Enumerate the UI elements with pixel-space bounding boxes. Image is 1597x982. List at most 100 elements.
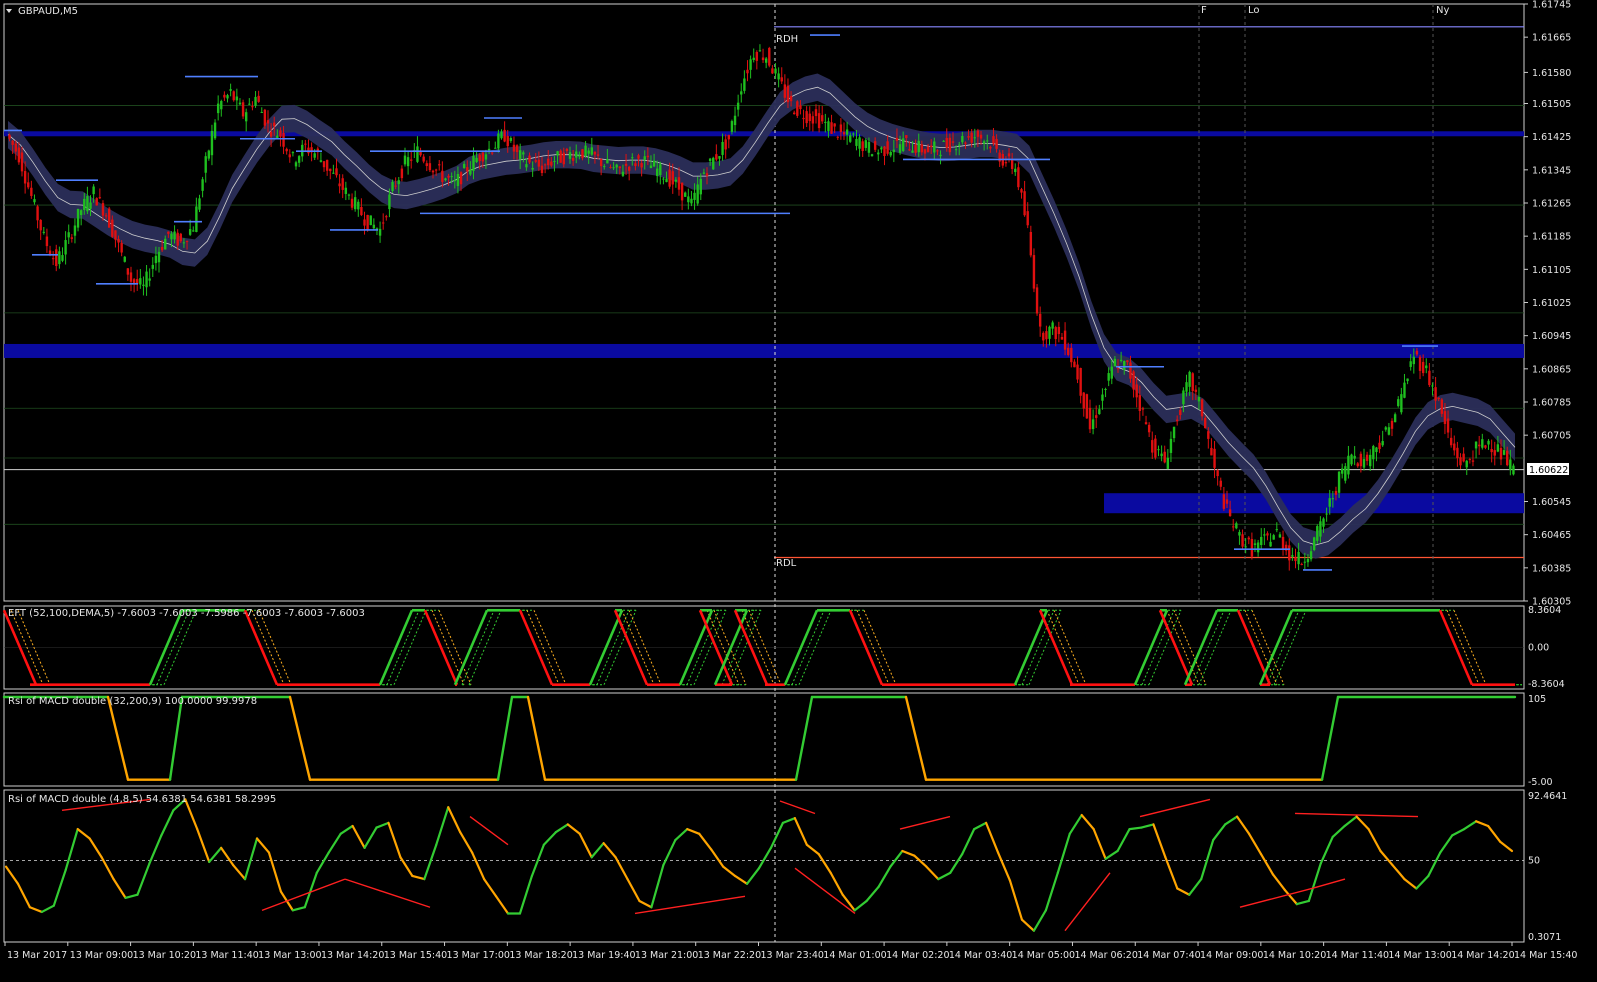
candle-body xyxy=(1344,466,1347,481)
price-tick-label: 1.61665 xyxy=(1532,33,1571,44)
candle-body xyxy=(388,194,391,210)
candle-body xyxy=(715,154,718,160)
candle-body xyxy=(786,85,790,103)
candle-body xyxy=(1512,465,1515,475)
candle-body xyxy=(593,151,597,155)
rsi-fast-line xyxy=(435,806,450,846)
candle-body xyxy=(400,168,404,179)
rsi-slow-tick-label: 105 xyxy=(1528,694,1546,705)
candle-body xyxy=(877,152,880,155)
rsi-fast-line xyxy=(1391,863,1406,881)
candle-body xyxy=(1322,518,1325,527)
candle-body xyxy=(1029,231,1033,256)
candle-body xyxy=(1135,384,1138,398)
candle-body xyxy=(982,141,986,144)
rsi-fast-line xyxy=(722,865,737,878)
candle-body xyxy=(14,143,17,152)
price-tick-label: 1.60945 xyxy=(1532,331,1571,342)
candle-body xyxy=(1179,410,1182,415)
rsi-fast-line xyxy=(148,834,163,865)
divergence-line xyxy=(794,867,856,915)
candle-body xyxy=(515,145,519,153)
candle-body xyxy=(378,228,382,236)
candle-body xyxy=(758,50,762,52)
candle-body xyxy=(285,148,288,152)
price-tick-label: 1.61025 xyxy=(1532,298,1571,309)
candle-body xyxy=(612,167,615,169)
candle-body xyxy=(86,196,89,212)
rsi-fast-line xyxy=(387,821,402,859)
rsi-fast-line xyxy=(1283,888,1298,906)
candle-body xyxy=(646,155,650,158)
candle-body xyxy=(104,215,108,217)
candle-body xyxy=(95,198,98,206)
candle-body xyxy=(179,233,183,242)
candle-body xyxy=(1390,420,1394,429)
candle-body xyxy=(167,231,170,234)
rsi-fast-line xyxy=(698,832,713,851)
rsi-fast-line xyxy=(889,849,904,868)
rsi-fast-line xyxy=(76,828,91,840)
divergence-line xyxy=(779,800,816,815)
time-tick-label: 14 Mar 13:00 xyxy=(1388,950,1451,961)
candle-body xyxy=(89,202,92,209)
time-tick-label: 13 Mar 13:00 xyxy=(258,950,321,961)
candle-body xyxy=(1123,360,1126,370)
candle-body xyxy=(1387,427,1391,435)
candle-body xyxy=(655,168,659,176)
window-menu-arrow-icon[interactable] xyxy=(6,9,12,13)
rsi-fast-line xyxy=(1498,840,1514,853)
candle-body xyxy=(39,219,42,231)
candle-body xyxy=(783,84,787,98)
candle-body xyxy=(313,153,316,158)
rsi-fast-line xyxy=(1152,823,1167,859)
rsi-fast-line xyxy=(1200,838,1215,881)
candle-body xyxy=(263,109,267,126)
candle-body xyxy=(948,137,952,153)
candle-body xyxy=(1172,426,1176,439)
candle-body xyxy=(466,167,469,172)
candle-body xyxy=(1393,414,1397,423)
candle-body xyxy=(332,172,335,174)
candle-body xyxy=(733,115,737,126)
candle-body xyxy=(1359,453,1363,467)
candle-body xyxy=(705,173,709,176)
divergence-line xyxy=(1239,887,1313,908)
rsi-fast-line xyxy=(423,843,438,881)
rsi-fast-line xyxy=(1008,879,1024,921)
candle-body xyxy=(235,96,239,101)
candle-body xyxy=(1225,499,1229,504)
candle-body xyxy=(923,149,927,154)
candle-body xyxy=(17,147,21,163)
candle-body xyxy=(1175,419,1179,422)
candle-body xyxy=(528,155,531,163)
candle-body xyxy=(1471,460,1475,462)
candle-body xyxy=(621,171,625,176)
candle-body xyxy=(961,136,964,143)
rsi-fast-line xyxy=(984,821,1000,854)
time-tick-label: 13 Mar 15:40 xyxy=(384,950,447,961)
candle-body xyxy=(880,147,883,150)
candle-body xyxy=(1182,390,1185,405)
candle-body xyxy=(764,58,768,63)
price-tick-label: 1.60865 xyxy=(1532,364,1571,375)
rsi-fast-line xyxy=(853,899,868,912)
candle-body xyxy=(662,178,665,180)
rsi-fast-line xyxy=(1176,887,1191,896)
candle-body xyxy=(1353,455,1356,459)
rsi-fast-line xyxy=(1140,823,1155,829)
candle-body xyxy=(1057,326,1061,335)
candle-body xyxy=(1138,395,1142,411)
candle-body xyxy=(453,180,457,182)
candle-body xyxy=(1468,459,1472,461)
candle-body xyxy=(335,168,338,176)
candle-body xyxy=(792,112,796,115)
candle-body xyxy=(475,157,478,163)
candle-body xyxy=(1331,498,1335,500)
candle-body xyxy=(201,179,204,191)
candle-body xyxy=(687,196,690,203)
candle-body xyxy=(929,145,933,148)
price-tick-label: 1.61345 xyxy=(1532,165,1571,176)
candle-body xyxy=(537,159,541,167)
session-label-newyork: Ny xyxy=(1436,5,1449,16)
